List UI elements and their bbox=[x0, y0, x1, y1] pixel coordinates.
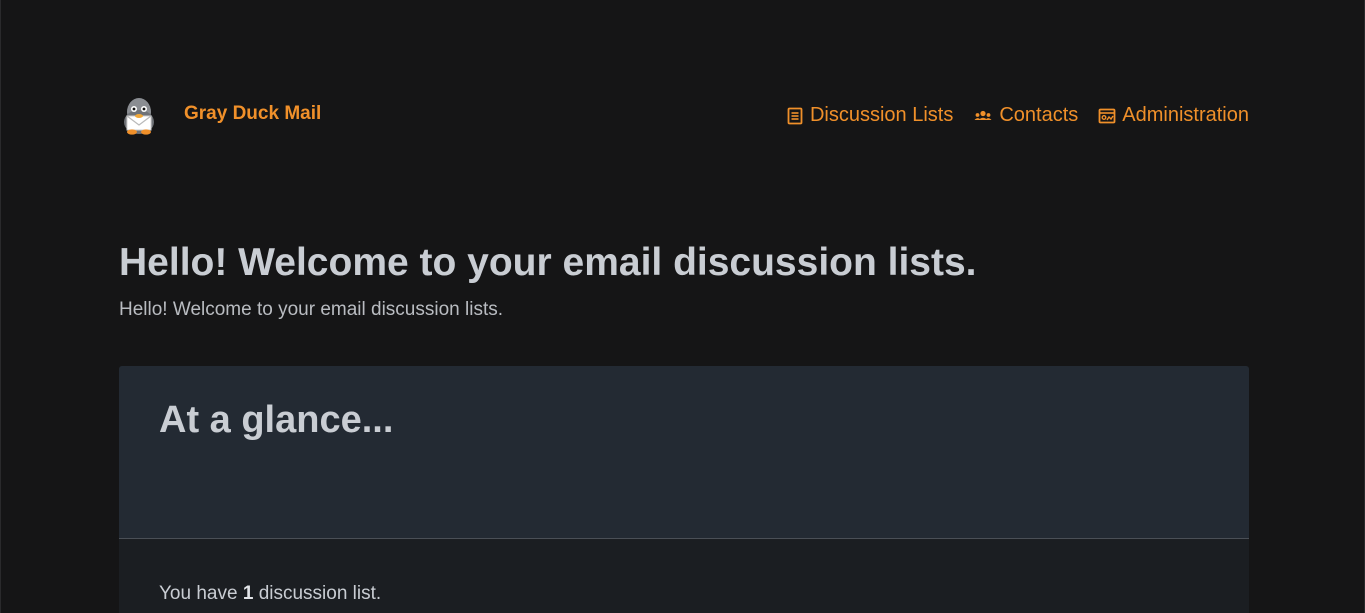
nav-administration[interactable]: Administration bbox=[1098, 104, 1249, 127]
duck-mascot-icon bbox=[124, 98, 154, 135]
card-title: At a glance... bbox=[159, 399, 394, 441]
card-body: You have 1 discussion list. bbox=[119, 539, 1249, 613]
summary-suffix: discussion list. bbox=[258, 583, 382, 604]
summary-prefix: You have bbox=[159, 583, 238, 604]
list-count-summary: You have 1 discussion list. bbox=[159, 583, 381, 605]
list-icon bbox=[787, 107, 803, 124]
page-title: Hello! Welcome to your email discussion … bbox=[119, 241, 977, 284]
page: Gray Duck Mail Discussion Lists Contacts… bbox=[0, 0, 1365, 613]
at-a-glance-card: At a glance... You have 1 discussion lis… bbox=[119, 366, 1249, 613]
nav-contacts[interactable]: Contacts bbox=[973, 104, 1078, 127]
nav-contacts-label[interactable]: Contacts bbox=[999, 104, 1078, 127]
list-count: 1 bbox=[242, 583, 254, 604]
admin-panel-icon bbox=[1098, 108, 1116, 123]
nav-administration-label[interactable]: Administration bbox=[1122, 104, 1249, 127]
nav-discussion-lists[interactable]: Discussion Lists bbox=[786, 104, 953, 127]
main-nav: Discussion Lists Contacts Administration bbox=[786, 104, 1249, 127]
site-header: Gray Duck Mail Discussion Lists Contacts… bbox=[119, 94, 1249, 140]
card-header: At a glance... bbox=[119, 366, 1249, 539]
nav-discussion-lists-label[interactable]: Discussion Lists bbox=[810, 104, 953, 127]
brand-name[interactable]: Gray Duck Mail bbox=[184, 103, 321, 125]
page-subtitle: Hello! Welcome to your email discussion … bbox=[119, 299, 504, 320]
brand-link[interactable]: Gray Duck Mail bbox=[119, 94, 321, 138]
people-icon bbox=[974, 110, 992, 120]
